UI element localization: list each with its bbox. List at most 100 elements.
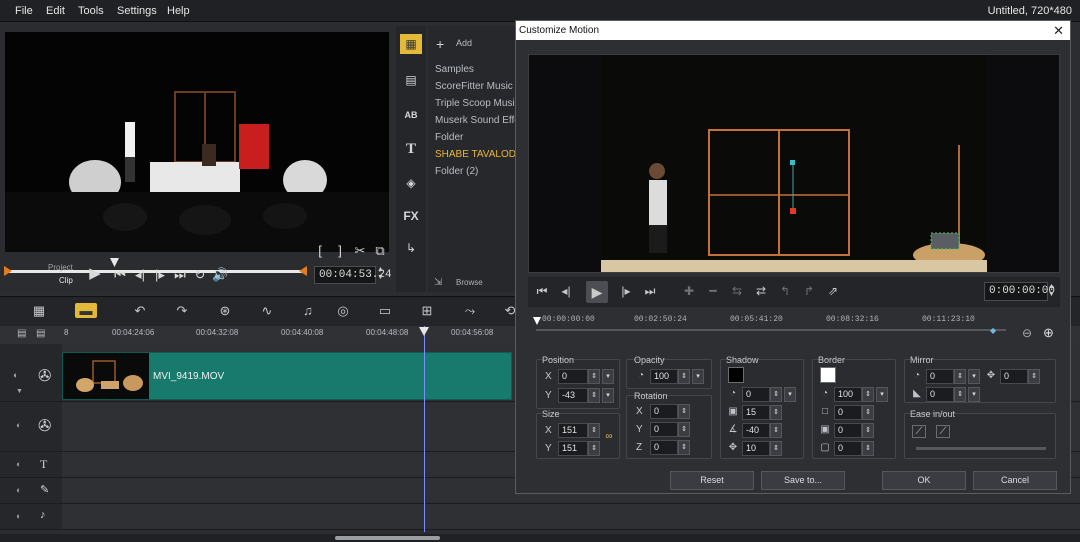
split-clip-icon[interactable]: ✂ (352, 244, 368, 258)
border-opacity-dropdown[interactable]: ▾ (876, 387, 888, 402)
scrollbar-thumb[interactable] (335, 536, 440, 540)
timeline-playhead[interactable] (424, 326, 425, 532)
menu-edit[interactable]: Edit (46, 5, 65, 17)
border-value-1-input[interactable]: 0 (834, 423, 862, 438)
add-keyframe-icon[interactable]: ✚ (681, 284, 697, 298)
zoom-out-icon[interactable]: ⊖ (1022, 326, 1032, 340)
mark-out-button[interactable]: ] (332, 244, 348, 258)
preview-timecode[interactable]: 00:04:53.24 (314, 266, 392, 284)
size-x-input[interactable]: 151 (558, 423, 588, 438)
border-value-1-stepper[interactable]: ⇕ (862, 423, 874, 438)
shadow-blur-stepper[interactable]: ⇕ (770, 405, 782, 420)
border-value-2-stepper[interactable]: ⇕ (862, 441, 874, 456)
sound-mixer-icon[interactable]: ∿ (256, 303, 278, 319)
rotation-y-input[interactable]: 0 (650, 422, 678, 437)
ease-in-icon[interactable]: ⟋ (912, 425, 926, 438)
next-frame-icon[interactable]: |▸ (618, 284, 634, 298)
media-icon[interactable]: ▦ (400, 34, 422, 54)
remove-keyframe-icon[interactable]: ━ (705, 284, 721, 298)
scrubber-knob[interactable] (110, 258, 119, 267)
keyframe-end-diamond[interactable]: ◆ (990, 326, 996, 335)
position-x-input[interactable]: 0 (558, 369, 588, 384)
track-visibility-icon[interactable]: ◐ (16, 420, 21, 430)
add-folder-button[interactable]: Add (456, 38, 472, 48)
shadow-distance-stepper[interactable]: ⇕ (770, 441, 782, 456)
next-keyframe-icon[interactable]: ↱ (801, 284, 817, 298)
volume-icon[interactable]: 🔊 (212, 268, 228, 282)
ease-slider[interactable] (916, 447, 1046, 450)
zoom-in-icon[interactable]: ⊕ (1043, 325, 1054, 341)
position-y-input[interactable]: -43 (558, 388, 588, 403)
timecode-stepper-icon[interactable]: ▲ ▼ (377, 266, 384, 282)
size-y-stepper[interactable]: ⇕ (588, 441, 600, 456)
mirror-value-2-stepper[interactable]: ⇕ (954, 387, 966, 402)
swap-keyframe-icon[interactable]: ⇄ (753, 284, 769, 298)
menu-file[interactable]: File (15, 5, 33, 17)
menu-tools[interactable]: Tools (78, 5, 104, 17)
menu-settings[interactable]: Settings (117, 5, 157, 17)
trim-start-marker[interactable] (4, 266, 12, 276)
rotation-x-input[interactable]: 0 (650, 404, 678, 419)
opacity-dropdown[interactable]: ▾ (692, 369, 704, 384)
home-icon[interactable]: ⏮ (534, 284, 550, 299)
track-expand-icon[interactable]: ▼ (16, 388, 23, 395)
mode-project-label[interactable]: Project (48, 263, 73, 272)
mirror-value-3-stepper[interactable]: ⇕ (1028, 369, 1040, 384)
track-visibility-icon[interactable]: ◐ (16, 459, 21, 469)
enlarge-preview-icon[interactable]: ⧉ (372, 244, 388, 258)
video-clip[interactable]: MVI_9419.MOV (62, 352, 512, 400)
library-item-shabe-tavalod[interactable]: SHABE TAVALOD (435, 149, 515, 160)
shadow-blur-input[interactable]: 15 (742, 405, 770, 420)
mirror-value-3-input[interactable]: 0 (1000, 369, 1028, 384)
track-visibility-icon[interactable]: ◐ (16, 511, 21, 521)
mirror-value-2-input[interactable]: 0 (926, 387, 954, 402)
mirror-value-1-input[interactable]: 0 (926, 369, 954, 384)
save-to-button[interactable]: Save to... (761, 471, 845, 490)
size-x-stepper[interactable]: ⇕ (588, 423, 600, 438)
auto-music-icon[interactable]: ♫ (297, 303, 319, 318)
music-track-lane[interactable] (62, 504, 1080, 530)
size-y-input[interactable]: 151 (558, 441, 588, 456)
shadow-distance-input[interactable]: 10 (742, 441, 770, 456)
library-item-muserk[interactable]: Muserk Sound Effects (435, 115, 515, 126)
library-item-folder-2[interactable]: Folder (2) (435, 166, 515, 177)
dialog-keyframe-ruler[interactable]: 00:00:00:00 00:02:50:24 00:05:41:20 00:0… (530, 311, 1010, 335)
shadow-angle-stepper[interactable]: ⇕ (770, 423, 782, 438)
dialog-timecode[interactable]: 0:00:00:00 (984, 282, 1055, 301)
preview-video[interactable] (5, 32, 389, 252)
border-value-2-input[interactable]: 0 (834, 441, 862, 456)
rotation-z-input[interactable]: 0 (650, 440, 678, 455)
track-visibility-icon[interactable]: ◐ (13, 370, 18, 380)
mirror-value-1-dropdown[interactable]: ▾ (968, 369, 980, 384)
position-x-stepper[interactable]: ⇕ (588, 369, 600, 384)
add-icon[interactable]: + (436, 36, 444, 52)
record-capture-icon[interactable]: ⊛ (214, 303, 236, 319)
graphics-icon[interactable]: ◈ (400, 173, 422, 193)
mirror-value-1-stepper[interactable]: ⇕ (954, 369, 966, 384)
shadow-angle-input[interactable]: -40 (742, 423, 770, 438)
menu-help[interactable]: Help (167, 5, 190, 17)
redo-icon[interactable]: ↷ (171, 303, 193, 319)
library-item-triple-scoop[interactable]: Triple Scoop Music (435, 98, 515, 109)
storyboard-view-icon[interactable]: ▦ (28, 303, 50, 319)
shadow-opacity-dropdown[interactable]: ▾ (784, 387, 796, 402)
end-icon[interactable]: ⏭ (642, 284, 658, 299)
browse-icon[interactable]: ⇲ (434, 277, 442, 288)
previous-frame-icon[interactable]: ◂| (132, 268, 148, 282)
border-width-input[interactable]: 0 (834, 405, 862, 420)
keyframe-start-marker[interactable] (533, 317, 541, 325)
track-manager-icon[interactable]: ▤ (17, 328, 26, 339)
next-frame-icon[interactable]: |▸ (152, 268, 168, 282)
transition-icon[interactable]: AB (400, 105, 422, 125)
shadow-color-swatch[interactable] (728, 367, 744, 383)
time-remap-icon[interactable]: ⤳ (459, 303, 481, 319)
title-icon[interactable]: T (400, 139, 422, 159)
play-icon[interactable]: ▶ (586, 281, 608, 303)
position-y-dropdown[interactable]: ▾ (602, 388, 614, 403)
mirror-value-2-dropdown[interactable]: ▾ (968, 387, 980, 402)
chapter-icon[interactable]: ▤ (36, 328, 45, 339)
library-item-samples[interactable]: Samples (435, 64, 515, 75)
motion-preview[interactable] (528, 54, 1060, 273)
close-icon[interactable]: ✕ (1053, 23, 1064, 39)
undo-icon[interactable]: ↶ (129, 303, 151, 319)
